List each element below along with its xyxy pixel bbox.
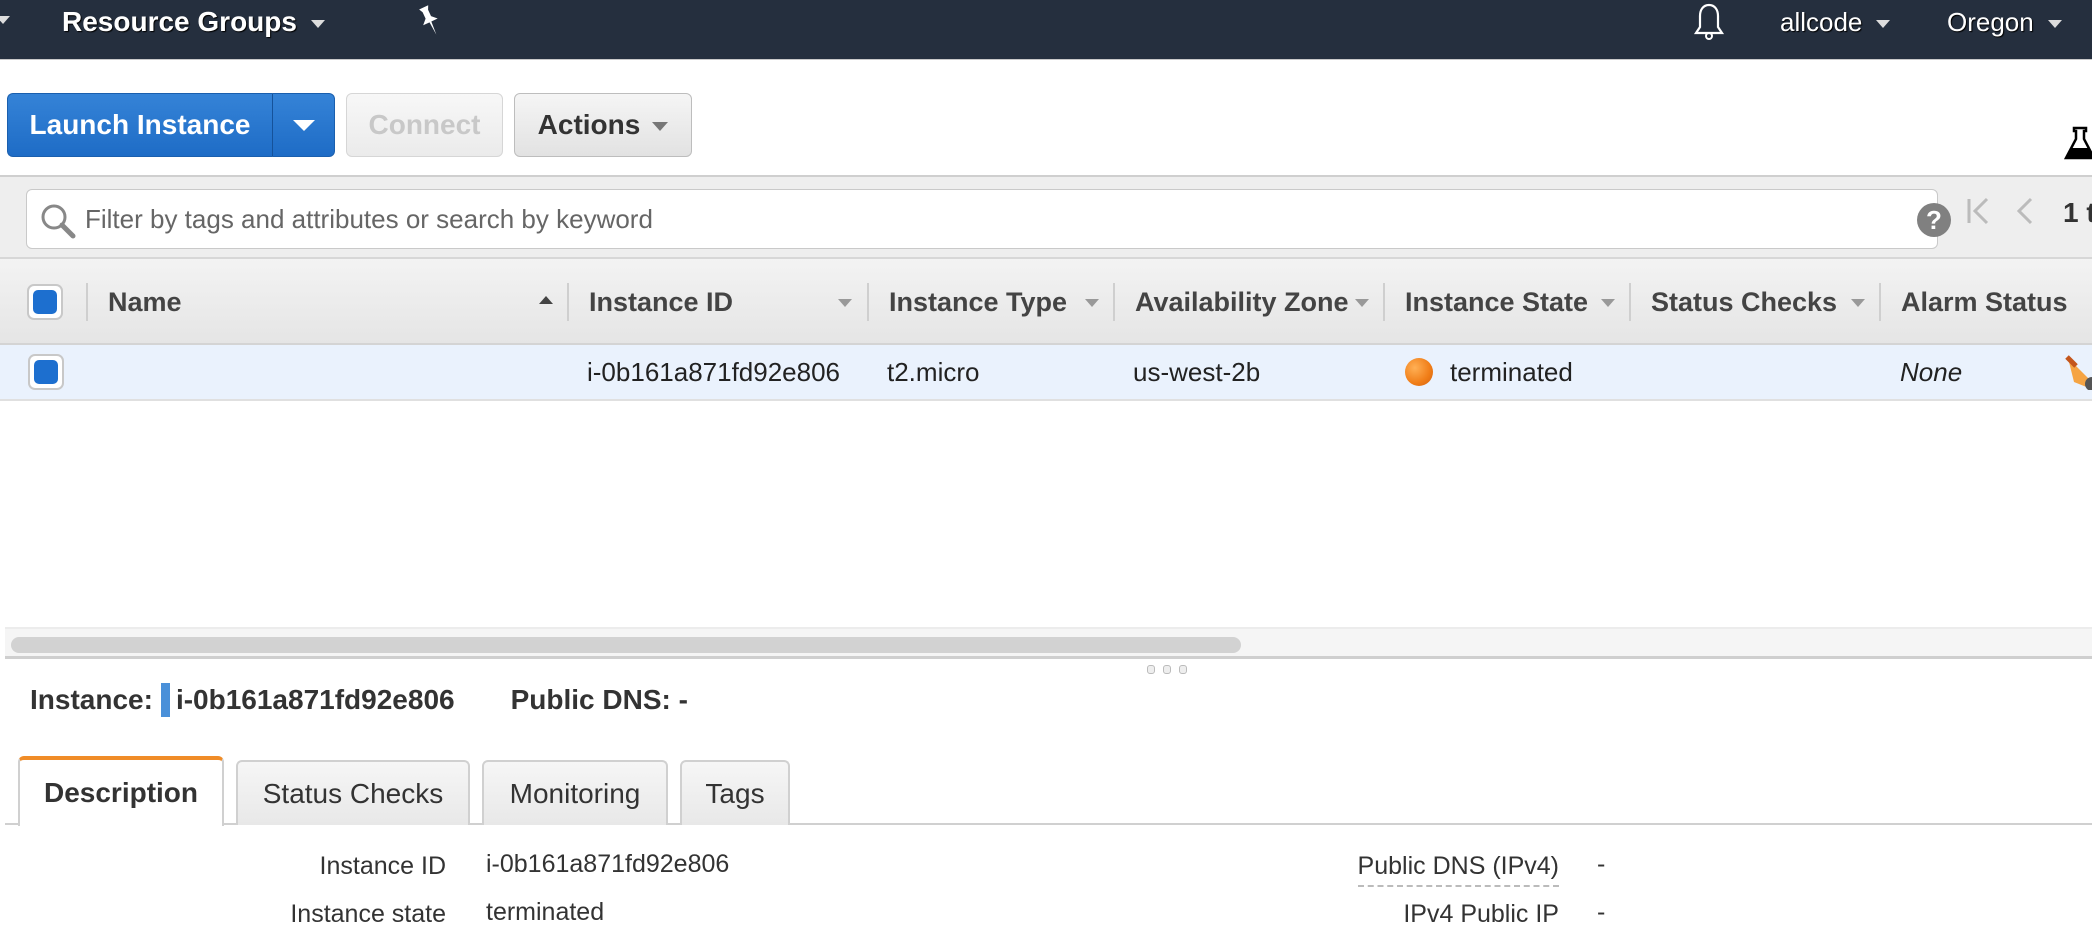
field-value-instance-id: i-0b161a871fd92e806 [486, 850, 730, 878]
selection-marker [160, 683, 170, 717]
grip-dot [1163, 665, 1171, 674]
region-name: Oregon [1947, 7, 2034, 37]
column-header-name[interactable]: Name [108, 259, 568, 345]
launch-instance-dropdown-button[interactable] [272, 93, 335, 157]
tab-monitoring[interactable]: Monitoring [482, 760, 668, 825]
column-header-label: Instance Type [889, 286, 1068, 317]
column-divider [1879, 283, 1881, 321]
select-all-checkbox[interactable] [27, 284, 63, 320]
search-icon [39, 202, 77, 245]
tab-label: Tags [705, 777, 765, 809]
launch-instance-label: Launch Instance [29, 109, 251, 140]
instance-id-value: i-0b161a871fd92e806 [175, 684, 455, 715]
search-box[interactable]: ? [26, 189, 1951, 249]
previous-page-icon[interactable] [2015, 197, 2035, 230]
caret-down-icon [292, 119, 315, 131]
sort-icon[interactable] [1355, 299, 1369, 307]
filter-bar: ? 1 t [0, 175, 2092, 259]
actions-button[interactable]: Actions [514, 93, 692, 157]
tab-label: Status Checks [262, 777, 444, 809]
help-icon[interactable]: ? [1917, 203, 1951, 237]
table-row[interactable]: i-0b161a871fd92e806 t2.micro us-west-2b … [0, 345, 2092, 401]
sort-icon[interactable] [838, 299, 852, 307]
column-divider [1113, 283, 1115, 321]
field-label-instance-id: Instance ID [319, 852, 446, 880]
region-menu[interactable]: Oregon [1947, 0, 2062, 60]
cell-availability-zone: us-west-2b [1133, 357, 1261, 387]
top-navigation-bar: Resource Groups allcode Oregon [0, 0, 2092, 60]
column-header-instance-state[interactable]: Instance State [1405, 259, 1588, 345]
terminated-state-icon [1405, 358, 1433, 386]
chevron-down-icon [2047, 20, 2062, 29]
scrollbar-thumb[interactable] [11, 637, 1241, 653]
first-page-icon[interactable] [1965, 197, 1991, 230]
column-divider [867, 283, 869, 321]
cell-alarm-status: None [1900, 357, 1963, 387]
pagination-range: 1 t [2063, 197, 2092, 228]
search-input[interactable] [85, 198, 1865, 240]
actions-label: Actions [537, 109, 641, 140]
cell-instance-id: i-0b161a871fd92e806 [587, 357, 841, 387]
chevron-down-icon [1876, 20, 1891, 29]
column-header-instance-type[interactable]: Instance Type [889, 259, 1067, 345]
horizontal-scrollbar[interactable] [5, 627, 2092, 659]
public-dns-header: Public DNS: - [510, 684, 688, 715]
column-header-label: Instance State [1405, 286, 1589, 317]
column-header-label: Alarm Status [1901, 286, 2068, 317]
column-header-label: Instance ID [589, 286, 734, 317]
cell-instance-type: t2.micro [887, 357, 980, 387]
column-header-label: Name [108, 286, 182, 317]
sort-icon[interactable] [1085, 299, 1099, 307]
column-header-availability-zone[interactable]: Availability Zone [1135, 259, 1349, 345]
account-menu[interactable]: allcode [1780, 0, 1891, 60]
tab-status-checks[interactable]: Status Checks [236, 760, 470, 825]
tab-label: Monitoring [509, 777, 641, 809]
launch-instance-button[interactable]: Launch Instance [7, 93, 272, 157]
sort-ascending-icon[interactable] [539, 296, 553, 304]
instances-table-header: Name Instance ID Instance Type Availabil… [0, 259, 2092, 345]
field-label-public-dns-ipv4[interactable]: Public DNS (IPv4) [1357, 852, 1559, 887]
tab-label: Description [43, 777, 199, 808]
panel-resize-handle[interactable] [1147, 665, 1187, 674]
sort-icon[interactable] [1601, 299, 1615, 307]
tab-description[interactable]: Description [18, 756, 224, 826]
connect-button[interactable]: Connect [346, 93, 503, 157]
resource-groups-label: Resource Groups [62, 6, 297, 37]
resource-groups-menu[interactable]: Resource Groups [62, 0, 325, 60]
instance-detail-header: Instance: i-0b161a871fd92e806 Public DNS… [30, 682, 688, 718]
services-caret-icon[interactable] [0, 16, 10, 24]
column-divider [1383, 283, 1385, 321]
notifications-bell-icon[interactable] [1692, 2, 1726, 62]
row-checkbox[interactable] [28, 354, 64, 390]
pin-icon[interactable] [416, 4, 444, 64]
column-header-label: Status Checks [1651, 286, 1838, 317]
column-header-label: Availability Zone [1135, 286, 1349, 317]
instance-label: Instance: [30, 684, 153, 715]
column-header-instance-id[interactable]: Instance ID [589, 259, 733, 345]
field-label-ipv4-public-ip: IPv4 Public IP [1403, 900, 1559, 928]
flask-icon[interactable] [2063, 126, 2092, 165]
tab-tags[interactable]: Tags [680, 760, 790, 825]
field-value-public-dns-ipv4: - [1597, 850, 1606, 878]
sort-icon[interactable] [1851, 299, 1865, 307]
column-divider [567, 283, 569, 321]
field-label-instance-state: Instance state [290, 900, 446, 928]
chevron-down-icon [310, 19, 325, 28]
create-alarm-icon[interactable] [2064, 354, 2092, 395]
column-divider [1629, 283, 1631, 321]
chevron-down-icon [652, 121, 669, 131]
field-value-instance-state: terminated [486, 898, 605, 926]
column-divider [86, 283, 88, 321]
cell-instance-state: terminated [1450, 357, 1573, 387]
column-header-alarm-status[interactable]: Alarm Status [1901, 259, 2068, 345]
column-header-status-checks[interactable]: Status Checks [1651, 259, 1837, 345]
account-name: allcode [1780, 7, 1863, 37]
grip-dot [1147, 665, 1155, 674]
grip-dot [1179, 665, 1187, 674]
field-value-ipv4-public-ip: - [1597, 898, 1606, 926]
connect-label: Connect [368, 109, 481, 140]
